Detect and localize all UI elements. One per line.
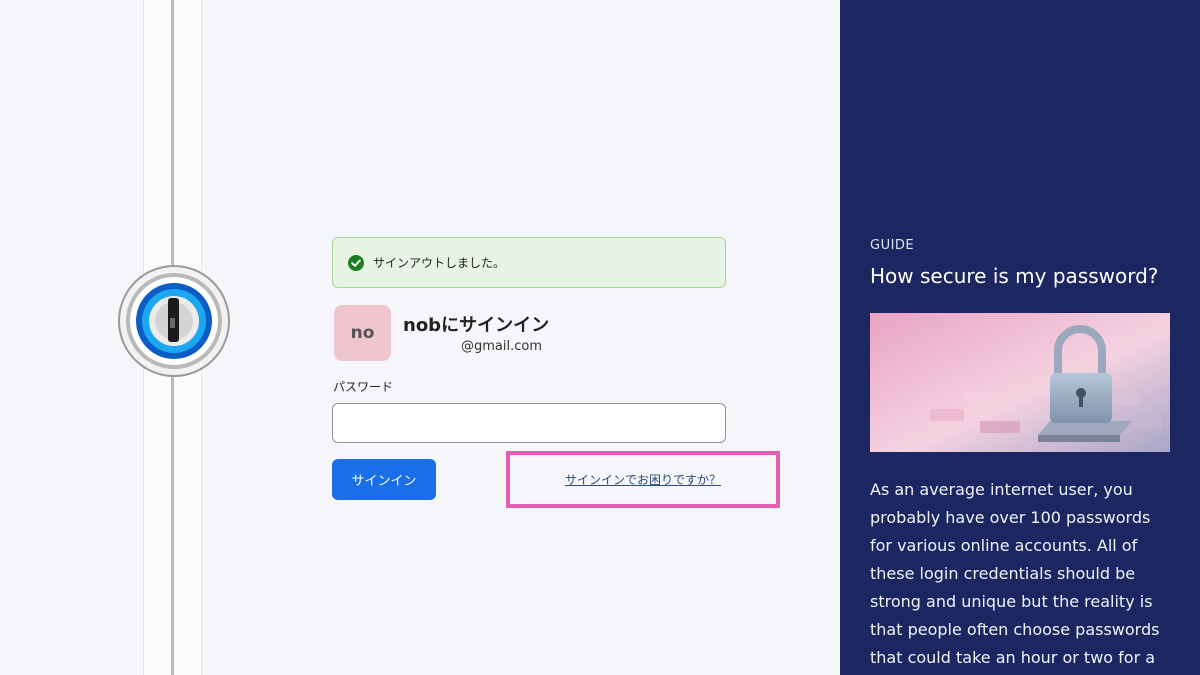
guide-panel: GUIDE How secure is my password? As an a… xyxy=(840,0,1200,675)
check-circle-icon xyxy=(348,254,364,271)
signin-title: nobにサインイン xyxy=(403,315,550,336)
alert-message: サインアウトしました。 xyxy=(373,256,506,270)
guide-body: As an average internet user, you probabl… xyxy=(870,480,1160,667)
signin-button[interactable]: サインイン xyxy=(332,459,436,500)
signout-alert: サインアウトしました。 xyxy=(332,237,726,288)
password-label: パスワード xyxy=(333,380,394,394)
padlock-illustration xyxy=(870,313,1170,452)
app-logo-icon xyxy=(118,265,230,377)
signin-help-link[interactable]: サインインでお困りですか？ xyxy=(506,451,780,508)
signin-page: サインアウトしました。 no nobにサインイン @gmail.com パスワー… xyxy=(0,0,1200,675)
password-field[interactable] xyxy=(332,403,726,443)
guide-kicker: GUIDE xyxy=(870,238,915,253)
account-avatar: no xyxy=(334,305,391,361)
guide-title[interactable]: How secure is my password? xyxy=(870,264,1158,288)
account-email: @gmail.com xyxy=(461,339,543,354)
